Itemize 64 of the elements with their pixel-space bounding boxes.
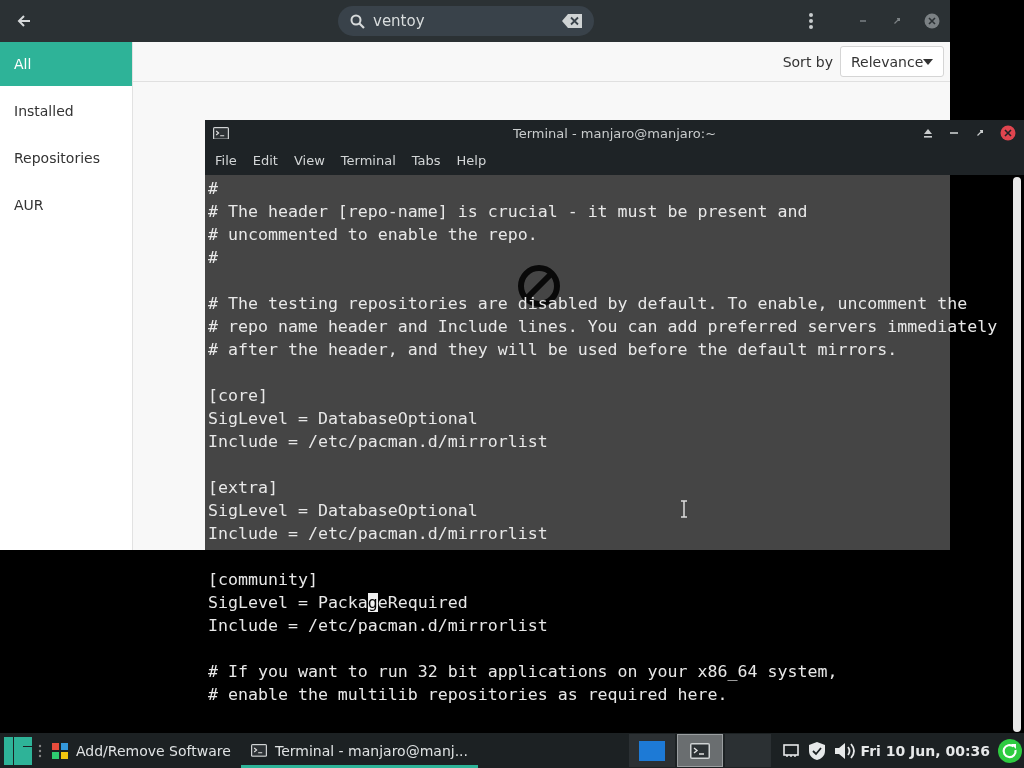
terminal-line: # The header [repo-name] is crucial - it must be present and — [208, 201, 808, 223]
terminal-line: # repo name header and Include lines. You can add preferred servers immediately — [208, 316, 998, 338]
search-icon — [350, 13, 365, 29]
terminal-line: # after the header, and they will be used before the default mirrors. — [208, 339, 898, 361]
search-field[interactable]: ventoy — [338, 6, 594, 36]
network-icon[interactable] — [782, 743, 799, 758]
terminal-line: # — [208, 247, 218, 269]
minimize-icon — [950, 132, 958, 134]
scrollbar[interactable] — [1012, 177, 1022, 732]
terminal-icon — [251, 744, 267, 757]
window-thumbnail-icon — [638, 740, 665, 761]
terminal-line: [extra] — [208, 477, 278, 499]
menu-item[interactable]: Tabs — [405, 153, 447, 168]
volume-icon[interactable] — [834, 741, 857, 760]
terminal-line: SigLevel = PackageRequired — [208, 592, 468, 614]
terminal-line: # — [208, 178, 218, 200]
close-button[interactable] — [1000, 125, 1016, 141]
back-button[interactable] — [16, 13, 32, 29]
shield-icon[interactable] — [808, 741, 825, 760]
task-label: Add/Remove Software — [76, 742, 231, 759]
task-label: Terminal - manjaro@manj... — [275, 742, 469, 759]
menu-item[interactable]: Terminal — [334, 153, 402, 168]
terminal-line: Include = /etc/pacman.d/mirrorlist — [208, 431, 548, 453]
terminal-line: # If you want to run 32 bit applications on your x86_64 system, — [208, 661, 838, 683]
taskbar-task[interactable]: Terminal - manjaro@manj... — [241, 733, 479, 768]
menu-item[interactable]: File — [209, 153, 243, 168]
terminal-line: [community] — [208, 569, 318, 591]
taskbar-task[interactable]: Add/Remove Software — [42, 733, 241, 768]
text-cursor-icon — [680, 500, 688, 518]
maximize-icon — [977, 130, 983, 136]
terminal-line: Include = /etc/pacman.d/mirrorlist — [208, 523, 548, 545]
terminal-line: Include = /etc/pacman.d/mirrorlist — [208, 615, 548, 637]
menu-item[interactable]: Edit — [246, 153, 284, 168]
terminal-line: # enable the multilib repositories as required here. — [208, 684, 728, 706]
terminal-icon — [213, 126, 229, 140]
terminal-line: [core] — [208, 385, 268, 407]
close-button[interactable] — [924, 13, 940, 29]
menu-button[interactable] — [808, 12, 814, 30]
clear-icon[interactable] — [562, 14, 582, 28]
workspace-switcher[interactable] — [724, 734, 771, 767]
sidebar-item[interactable]: Installed — [0, 89, 132, 133]
maximize-icon — [894, 18, 900, 24]
terminal-line: SigLevel = DatabaseOptional — [208, 500, 478, 522]
shade-button[interactable] — [922, 127, 934, 139]
sidebar-item[interactable]: Repositories — [0, 136, 132, 180]
sort-dropdown[interactable]: Relevance — [840, 46, 944, 77]
workspace-switcher[interactable] — [676, 734, 723, 767]
terminal-line: # The testing repositories are disabled by default. To enable, uncomment the — [208, 293, 968, 315]
terminal-icon — [689, 742, 710, 759]
package-icon — [52, 742, 68, 759]
sidebar-item[interactable]: AUR — [0, 183, 132, 227]
terminal-line: SigLevel = DatabaseOptional — [208, 408, 478, 430]
minimize-icon — [860, 20, 866, 22]
menu-item[interactable]: View — [287, 153, 331, 168]
caret-icon — [923, 58, 933, 65]
manjaro-logo-icon[interactable] — [4, 736, 32, 765]
menu-item[interactable]: Help — [450, 153, 493, 168]
workspace-switcher[interactable] — [628, 734, 675, 767]
terminal-line: # uncommented to enable the repo. — [208, 224, 538, 246]
sort-label: Sort by — [782, 53, 833, 70]
clock[interactable]: Fri 10 Jun, 00:36 — [860, 742, 990, 759]
window-title: Terminal - manjaro@manjaro:~ — [512, 125, 717, 141]
grip-icon — [38, 743, 42, 758]
power-icon[interactable] — [998, 738, 1022, 763]
